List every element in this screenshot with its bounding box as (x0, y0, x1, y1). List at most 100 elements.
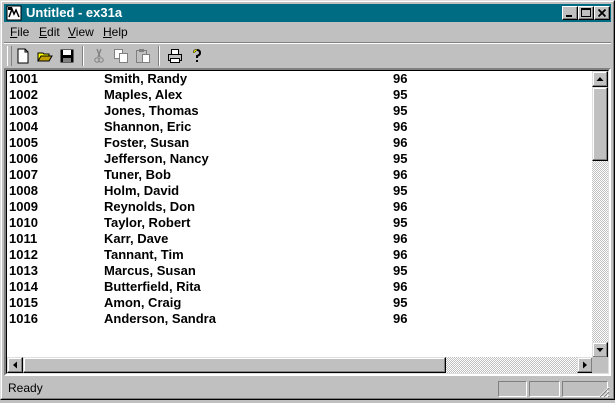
record-name: Anderson, Sandra (104, 311, 216, 326)
status-pane-num (529, 381, 560, 397)
menu-bar: File Edit View Help (4, 23, 611, 42)
toolbar-separator (82, 46, 84, 66)
record-score: 95 (393, 183, 408, 198)
record-id: 1011 (9, 231, 38, 246)
scroll-down-button[interactable] (592, 342, 608, 358)
record-name: Jefferson, Nancy (104, 151, 209, 166)
maximize-button[interactable] (578, 6, 594, 20)
vertical-scroll-thumb[interactable] (592, 87, 608, 161)
record-id: 1013 (9, 263, 38, 278)
record-id: 1009 (9, 199, 38, 214)
status-bar: Ready (4, 379, 611, 398)
record-id: 1001 (9, 71, 38, 86)
record-score: 96 (393, 135, 408, 150)
table-row[interactable]: 1015 Amon, Craig 95 (9, 295, 594, 311)
record-score: 96 (393, 247, 408, 262)
menu-file[interactable]: File (10, 25, 29, 40)
table-row[interactable]: 1004 Shannon, Eric 96 (9, 119, 594, 135)
menu-view[interactable]: View (68, 25, 94, 40)
record-score: 95 (393, 151, 408, 166)
status-pane-cap (498, 381, 527, 397)
record-id: 1008 (9, 183, 38, 198)
record-name: Tuner, Bob (104, 167, 171, 182)
record-id: 1003 (9, 103, 38, 118)
record-list: 1001 Smith, Randy 96 1002 Maples, Alex 95 1003… (9, 71, 594, 358)
view-area: 1001 Smith, Randy 96 1002 Maples, Alex 95 1003… (6, 70, 609, 374)
close-button[interactable] (594, 6, 610, 20)
record-id: 1006 (9, 151, 38, 166)
record-score: 96 (393, 71, 408, 86)
vertical-scrollbar[interactable] (592, 71, 608, 358)
scroll-left-button[interactable] (7, 357, 23, 373)
record-id: 1002 (9, 87, 38, 102)
record-score: 95 (393, 295, 408, 310)
resize-grip-icon[interactable] (598, 385, 610, 398)
table-row[interactable]: 1006 Jefferson, Nancy 95 (9, 151, 594, 167)
table-row[interactable]: 1011 Karr, Dave 96 (9, 231, 594, 247)
horizontal-scroll-thumb[interactable] (23, 357, 446, 373)
record-id: 1016 (9, 311, 38, 326)
copy-icon[interactable] (110, 46, 132, 66)
record-id: 1014 (9, 279, 38, 294)
table-row[interactable]: 1014 Butterfield, Rita 96 (9, 279, 594, 295)
table-row[interactable]: 1013 Marcus, Susan 95 (9, 263, 594, 279)
horizontal-scrollbar[interactable] (7, 357, 593, 373)
table-row[interactable]: 1003 Jones, Thomas 95 (9, 103, 594, 119)
toolbar-separator (158, 46, 160, 66)
help-question-icon[interactable] (186, 46, 208, 66)
table-row[interactable]: 1009 Reynolds, Don 96 (9, 199, 594, 215)
record-name: Taylor, Robert (104, 215, 191, 230)
table-row[interactable]: 1010 Taylor, Robert 95 (9, 215, 594, 231)
record-score: 95 (393, 215, 408, 230)
table-row[interactable]: 1007 Tuner, Bob 96 (9, 167, 594, 183)
document-view[interactable]: 1001 Smith, Randy 96 1002 Maples, Alex 95 1003… (4, 68, 611, 376)
record-name: Jones, Thomas (104, 103, 199, 118)
main-window: Untitled - ex31a File Edit View Help 100… (0, 0, 615, 400)
toolbar-divider (4, 42, 611, 44)
record-score: 95 (393, 103, 408, 118)
cut-scissors-icon[interactable] (88, 46, 110, 66)
minimize-button[interactable] (562, 6, 578, 20)
record-name: Reynolds, Don (104, 199, 196, 214)
record-name: Holm, David (104, 183, 180, 198)
record-name: Marcus, Susan (104, 263, 196, 278)
record-name: Shannon, Eric (104, 119, 192, 134)
record-id: 1015 (9, 295, 38, 310)
scroll-right-button[interactable] (577, 357, 593, 373)
table-row[interactable]: 1002 Maples, Alex 95 (9, 87, 594, 103)
menu-edit[interactable]: Edit (39, 25, 60, 40)
save-disk-icon[interactable] (56, 46, 78, 66)
app-icon[interactable] (6, 5, 22, 21)
record-name: Karr, Dave (104, 231, 169, 246)
record-score: 96 (393, 231, 408, 246)
record-score: 95 (393, 87, 408, 102)
record-score: 96 (393, 167, 408, 182)
menu-help[interactable]: Help (103, 25, 128, 40)
table-row[interactable]: 1001 Smith, Randy 96 (9, 71, 594, 87)
record-name: Butterfield, Rita (104, 279, 201, 294)
record-name: Foster, Susan (104, 135, 190, 150)
print-icon[interactable] (164, 46, 186, 66)
table-row[interactable]: 1016 Anderson, Sandra 96 (9, 311, 594, 327)
record-id: 1010 (9, 215, 38, 230)
record-score: 95 (393, 263, 408, 278)
title-bar[interactable]: Untitled - ex31a (4, 4, 611, 22)
open-folder-icon[interactable] (34, 46, 56, 66)
record-score: 96 (393, 199, 408, 214)
table-row[interactable]: 1012 Tannant, Tim 96 (9, 247, 594, 263)
record-id: 1007 (9, 167, 38, 182)
paste-clipboard-icon[interactable] (132, 46, 154, 66)
record-score: 96 (393, 119, 408, 134)
record-id: 1004 (9, 119, 38, 134)
scroll-up-button[interactable] (592, 71, 608, 87)
table-row[interactable]: 1005 Foster, Susan 96 (9, 135, 594, 151)
record-id: 1012 (9, 247, 38, 262)
record-name: Smith, Randy (104, 71, 188, 86)
record-score: 96 (393, 311, 408, 326)
record-name: Maples, Alex (104, 87, 183, 102)
scroll-corner (592, 357, 608, 373)
new-document-icon[interactable] (12, 46, 34, 66)
toolbar (4, 45, 611, 69)
table-row[interactable]: 1008 Holm, David 95 (9, 183, 594, 199)
record-name: Tannant, Tim (104, 247, 184, 262)
